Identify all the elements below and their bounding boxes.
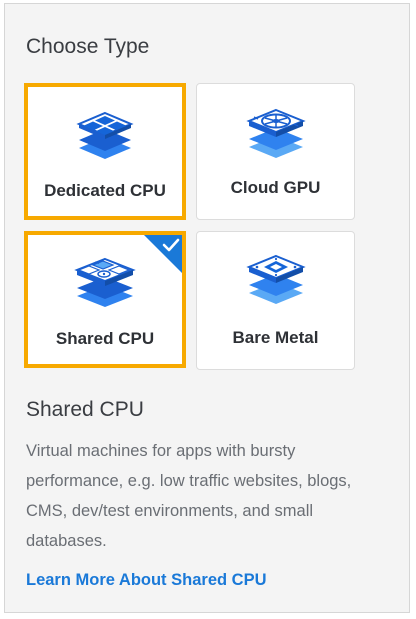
bare-metal-icon <box>245 254 306 304</box>
selected-check-icon <box>144 235 182 273</box>
type-card-cloud-gpu[interactable]: Cloud GPU <box>196 83 355 220</box>
details-description: Virtual machines for apps with bursty pe… <box>26 442 352 550</box>
type-card-label: Bare Metal <box>232 328 319 347</box>
type-card-label: Cloud GPU <box>230 178 321 197</box>
type-card-bare-metal[interactable]: Bare Metal <box>196 231 355 370</box>
learn-more-link[interactable]: Learn More About Shared CPU <box>26 571 267 590</box>
type-card-label: Dedicated CPU <box>44 181 166 200</box>
type-card-label: Shared CPU <box>55 329 155 348</box>
cloud-gpu-icon <box>245 108 306 158</box>
shared-cpu-icon <box>74 257 136 307</box>
details-title: Shared CPU <box>26 398 144 421</box>
type-selector-panel: Choose Type Dedicated CPU Cloud GPU Shar… <box>4 3 410 613</box>
dedicated-cpu-icon <box>76 111 134 159</box>
section-title: Choose Type <box>26 35 150 58</box>
type-card-dedicated-cpu[interactable]: Dedicated CPU <box>24 83 186 220</box>
type-card-shared-cpu[interactable]: Shared CPU <box>24 231 186 368</box>
